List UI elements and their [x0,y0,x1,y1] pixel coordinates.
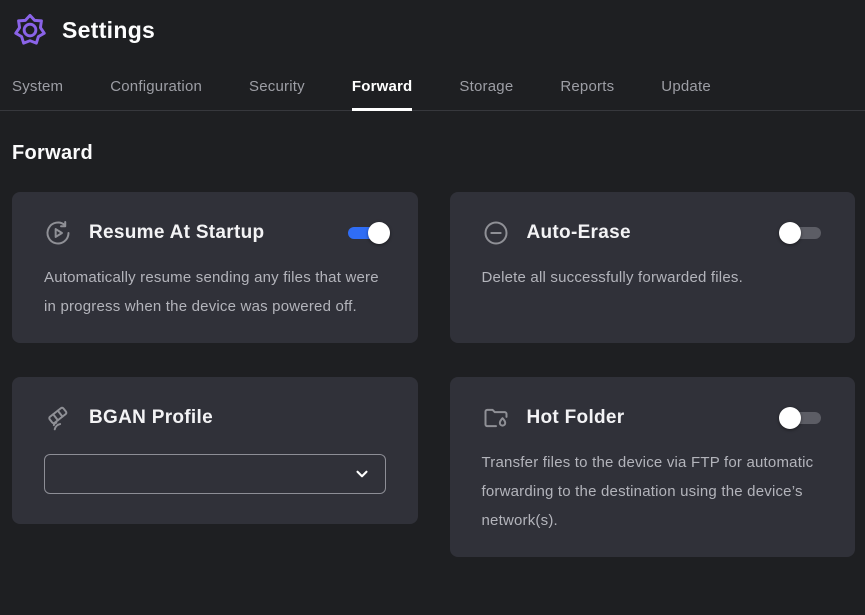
tab-forward[interactable]: Forward [352,72,413,111]
chevron-down-icon [353,465,371,483]
resume-at-startup-toggle[interactable] [346,221,386,245]
hot-folder-icon [482,404,510,432]
auto-erase-toggle[interactable] [783,221,823,245]
tab-reports[interactable]: Reports [560,72,614,111]
card-title-row: BGAN Profile [44,404,386,432]
tab-configuration[interactable]: Configuration [110,72,202,111]
card-resume-at-startup: Resume At Startup Automatically resume s… [12,192,418,343]
tab-security[interactable]: Security [249,72,305,111]
card-title: Resume At Startup [89,222,264,244]
tab-storage[interactable]: Storage [459,72,513,111]
app-header: Settings [0,0,865,58]
settings-tabbar: System Configuration Security Forward St… [0,72,865,111]
resume-icon [44,219,72,247]
page-title: Forward [12,142,853,165]
toggle-knob [368,222,390,244]
tab-system[interactable]: System [12,72,63,111]
card-title: BGAN Profile [89,407,213,429]
settings-cards-grid: Resume At Startup Automatically resume s… [12,192,855,557]
card-title-row: Auto-Erase [482,219,824,247]
toggle-knob [779,407,801,429]
card-title-row: Resume At Startup [44,219,386,247]
satellite-icon [44,404,72,432]
card-title-row: Hot Folder [482,404,824,432]
card-description: Delete all successfully forwarded files. [482,263,824,292]
app-title: Settings [62,17,155,44]
bgan-profile-select[interactable] [44,454,386,494]
tab-update[interactable]: Update [661,72,711,111]
minus-circle-icon [482,219,510,247]
gear-icon [12,12,48,48]
card-description: Transfer files to the device via FTP for… [482,448,824,535]
card-description: Automatically resume sending any files t… [44,263,386,321]
card-title: Hot Folder [527,407,625,429]
card-bgan-profile: BGAN Profile [12,377,418,524]
hot-folder-toggle[interactable] [783,406,823,430]
toggle-knob [779,222,801,244]
card-auto-erase: Auto-Erase Delete all successfully forwa… [450,192,856,343]
card-hot-folder: Hot Folder Transfer files to the device … [450,377,856,557]
card-title: Auto-Erase [527,222,631,244]
